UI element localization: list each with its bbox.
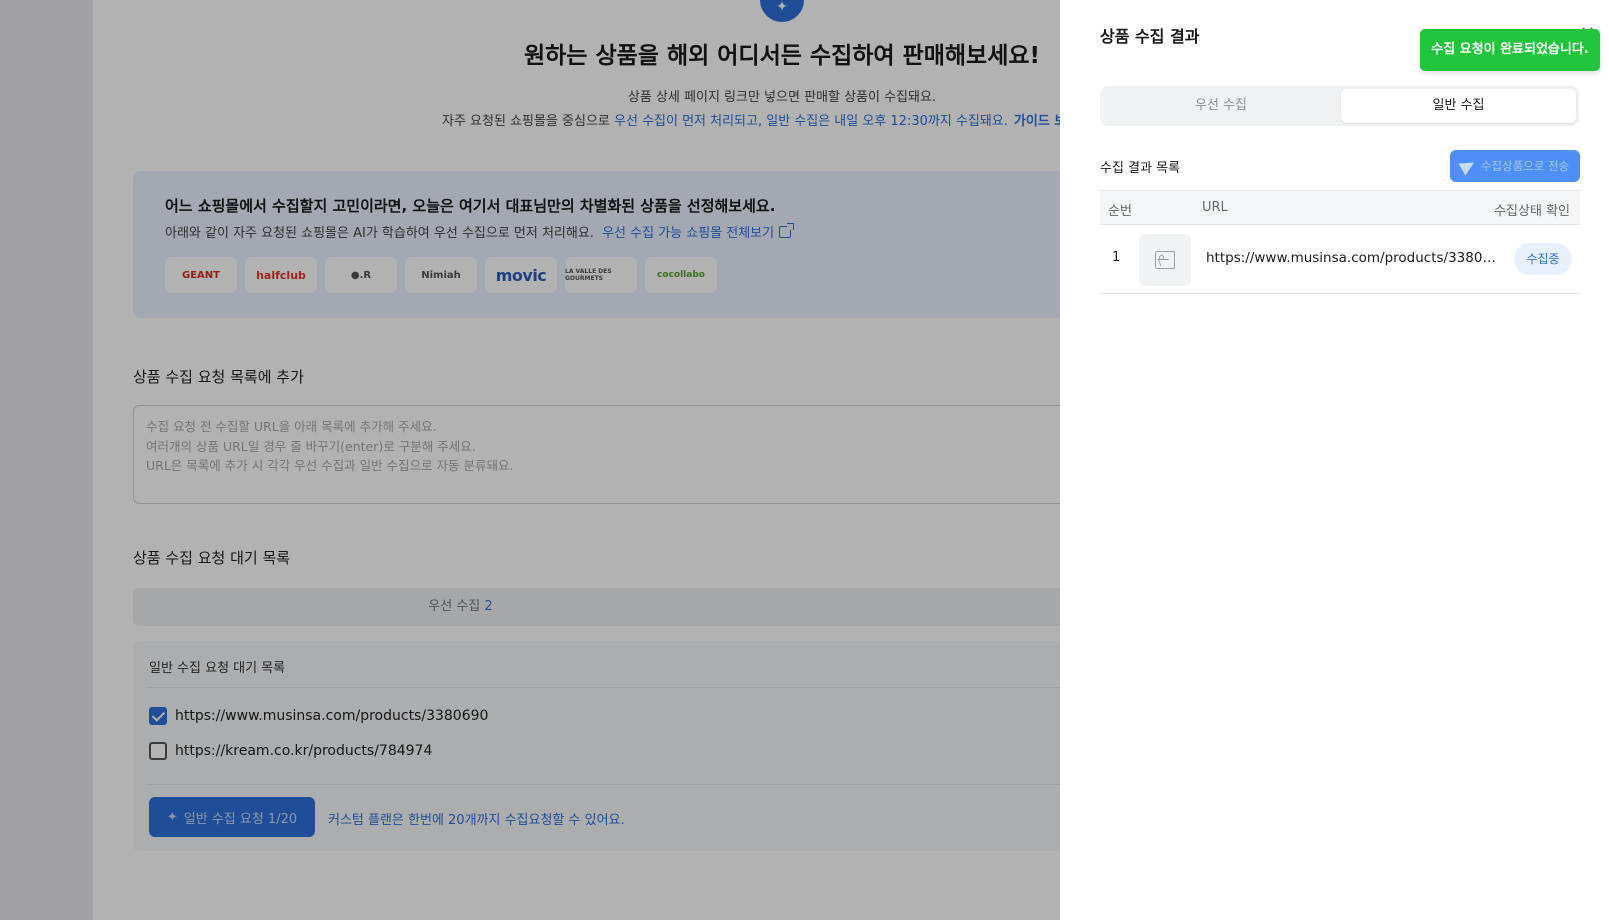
toast-notification: 수집 요청이 완료되었습니다.	[1420, 29, 1600, 71]
modal-overlay[interactable]	[0, 0, 1060, 920]
image-placeholder-icon	[1155, 251, 1175, 269]
send-to-products-button[interactable]: 수집상품으로 전송	[1450, 150, 1580, 182]
table-row[interactable]: 1 https://www.musinsa.com/products/33806…	[1100, 226, 1580, 294]
table-header: 순번 URL 수집상태 확인	[1100, 190, 1580, 225]
result-list-label: 수집 결과 목록	[1100, 161, 1181, 176]
column-no: 순번	[1108, 204, 1132, 219]
tab-general-result[interactable]: 일반 수집	[1341, 89, 1576, 123]
row-url[interactable]: https://www.musinsa.com/products/3380690	[1206, 250, 1498, 266]
column-status: 수집상태 확인	[1494, 204, 1570, 219]
send-button-label: 수집상품으로 전송	[1480, 159, 1570, 173]
send-icon	[1458, 156, 1478, 176]
tab-priority-result[interactable]: 우선 수집	[1103, 89, 1339, 123]
column-url: URL	[1202, 200, 1228, 215]
row-no: 1	[1112, 250, 1121, 265]
product-thumbnail	[1139, 234, 1191, 286]
status-badge[interactable]: 수집중	[1514, 243, 1572, 275]
drawer-title: 상품 수집 결과	[1100, 27, 1200, 46]
result-tabs: 우선 수집 일반 수집	[1100, 86, 1579, 126]
result-drawer: 상품 수집 결과 우선 수집 일반 수집 수집 결과 목록 수집상품으로 전송 …	[1060, 0, 1609, 920]
